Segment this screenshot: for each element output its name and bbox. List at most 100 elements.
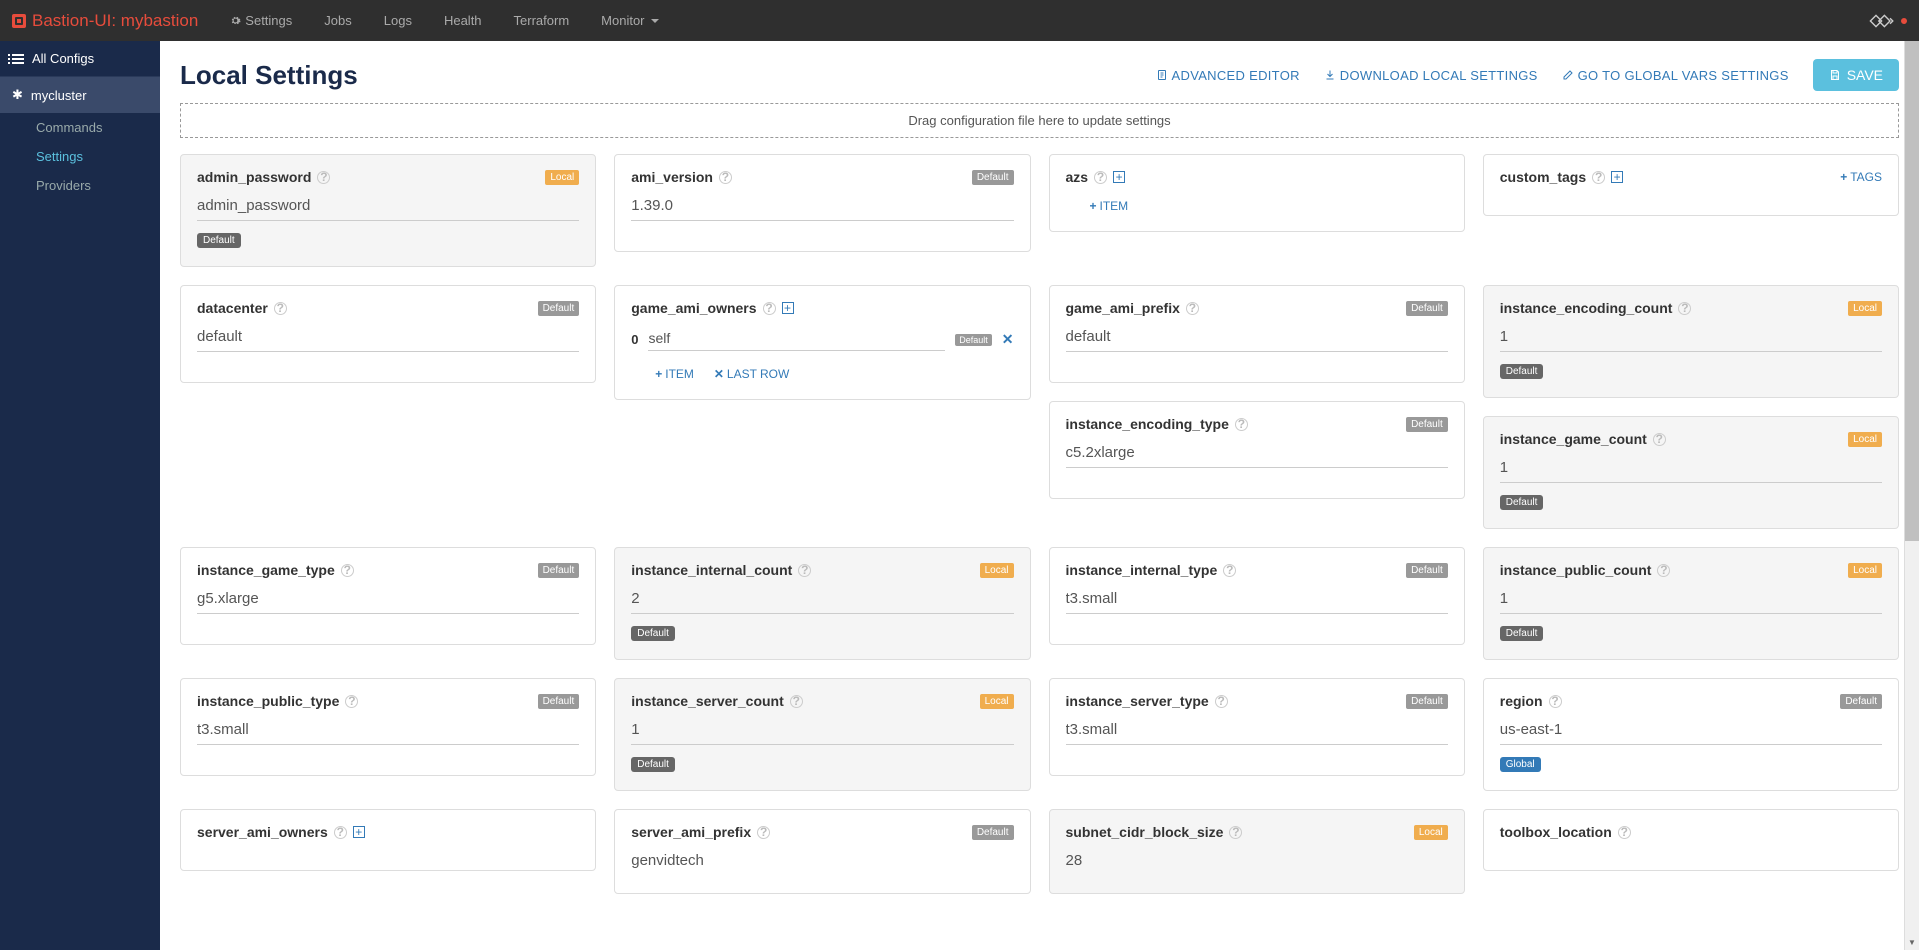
- badge-default: Default: [955, 334, 992, 346]
- save-button[interactable]: SAVE: [1813, 59, 1899, 91]
- nav-health[interactable]: Health: [430, 2, 496, 39]
- genvid-logo-icon[interactable]: [1869, 14, 1897, 28]
- badge-default: Default: [538, 563, 580, 578]
- brand[interactable]: Bastion-UI: mybastion: [12, 11, 198, 31]
- scrollbar-thumb[interactable]: [1905, 41, 1919, 541]
- game-ami-prefix-input[interactable]: [1066, 328, 1448, 352]
- badge-default: Default: [1406, 563, 1448, 578]
- expand-icon[interactable]: +: [1611, 171, 1623, 183]
- help-icon[interactable]: ?: [719, 171, 732, 184]
- card-title: instance_game_type: [197, 562, 335, 578]
- admin-password-input[interactable]: [197, 197, 579, 221]
- card-title: server_ami_prefix: [631, 824, 751, 840]
- expand-icon[interactable]: +: [353, 826, 365, 838]
- instance-server-count-input[interactable]: [631, 721, 1013, 745]
- help-icon[interactable]: ?: [1618, 826, 1631, 839]
- help-icon[interactable]: ?: [1223, 564, 1236, 577]
- global-vars-button[interactable]: GO TO GLOBAL VARS SETTINGS: [1562, 68, 1789, 83]
- expand-icon[interactable]: +: [782, 302, 794, 314]
- remove-last-row-button[interactable]: ✕ LAST ROW: [714, 367, 790, 381]
- help-icon[interactable]: ?: [1215, 695, 1228, 708]
- nav-logs[interactable]: Logs: [370, 2, 426, 39]
- download-settings-button[interactable]: DOWNLOAD LOCAL SETTINGS: [1324, 68, 1538, 83]
- instance-server-type-input[interactable]: [1066, 721, 1448, 745]
- datacenter-input[interactable]: [197, 328, 579, 352]
- instance-public-count-input[interactable]: [1500, 590, 1882, 614]
- instance-game-type-input[interactable]: [197, 590, 579, 614]
- card-title: game_ami_prefix: [1066, 300, 1180, 316]
- help-icon[interactable]: ?: [317, 171, 330, 184]
- help-icon[interactable]: ?: [1653, 433, 1666, 446]
- help-icon[interactable]: ?: [763, 302, 776, 315]
- help-icon[interactable]: ?: [798, 564, 811, 577]
- header-actions: ADVANCED EDITOR DOWNLOAD LOCAL SETTINGS …: [1156, 59, 1899, 91]
- nav-jobs[interactable]: Jobs: [310, 2, 365, 39]
- help-icon[interactable]: ?: [1657, 564, 1670, 577]
- instance-internal-count-input[interactable]: [631, 590, 1013, 614]
- badge-local: Local: [1848, 432, 1882, 447]
- region-input[interactable]: [1500, 721, 1882, 745]
- sidebar-cluster[interactable]: ✱ mycluster: [0, 77, 160, 113]
- card-title: toolbox_location: [1500, 824, 1612, 840]
- add-item-button[interactable]: + ITEM: [655, 367, 694, 381]
- server-ami-prefix-input[interactable]: [631, 852, 1013, 875]
- help-icon[interactable]: ?: [1235, 418, 1248, 431]
- cluster-icon: ✱: [12, 87, 23, 103]
- help-icon[interactable]: ?: [1592, 171, 1605, 184]
- card-instance-internal-count: instance_internal_count ? Local Default: [614, 547, 1030, 660]
- sidebar-item-settings[interactable]: Settings: [0, 142, 160, 171]
- expand-icon[interactable]: +: [1113, 171, 1125, 183]
- remove-item-icon[interactable]: ✕: [1002, 331, 1014, 348]
- badge-local: Local: [1848, 301, 1882, 316]
- add-tags-button[interactable]: + TAGS: [1840, 170, 1882, 184]
- card-title: azs: [1066, 169, 1089, 185]
- nav-terraform[interactable]: Terraform: [500, 2, 584, 39]
- instance-internal-type-input[interactable]: [1066, 590, 1448, 614]
- card-custom-tags: custom_tags ? + + TAGS: [1483, 154, 1899, 216]
- instance-public-type-input[interactable]: [197, 721, 579, 745]
- badge-default: Default: [1406, 301, 1448, 316]
- page-title: Local Settings: [180, 60, 358, 91]
- instance-encoding-type-input[interactable]: [1066, 444, 1448, 468]
- help-icon[interactable]: ?: [1549, 695, 1562, 708]
- drag-drop-zone[interactable]: Drag configuration file here to update s…: [180, 103, 1899, 138]
- help-icon[interactable]: ?: [790, 695, 803, 708]
- card-admin-password: admin_password ? Local Default: [180, 154, 596, 267]
- help-icon[interactable]: ?: [345, 695, 358, 708]
- sidebar-all-configs[interactable]: All Configs: [0, 41, 160, 77]
- download-icon: [1324, 69, 1336, 81]
- card-title: ami_version: [631, 169, 713, 185]
- list-item-input[interactable]: [648, 328, 945, 351]
- help-icon[interactable]: ?: [341, 564, 354, 577]
- card-title: instance_server_type: [1066, 693, 1209, 709]
- help-icon[interactable]: ?: [757, 826, 770, 839]
- card-title: custom_tags: [1500, 169, 1586, 185]
- subnet-cidr-input[interactable]: [1066, 852, 1448, 875]
- nav-monitor[interactable]: Monitor: [587, 2, 672, 39]
- advanced-editor-button[interactable]: ADVANCED EDITOR: [1156, 68, 1300, 83]
- nav-settings[interactable]: Settings: [216, 2, 306, 39]
- help-icon[interactable]: ?: [274, 302, 287, 315]
- help-icon[interactable]: ?: [1186, 302, 1199, 315]
- help-icon[interactable]: ?: [1678, 302, 1691, 315]
- add-item-button[interactable]: + ITEM: [1090, 199, 1129, 213]
- instance-game-count-input[interactable]: [1500, 459, 1882, 483]
- sidebar-item-providers[interactable]: Providers: [0, 171, 160, 200]
- ami-version-input[interactable]: [631, 197, 1013, 221]
- edit-icon: [1562, 69, 1574, 81]
- card-instance-server-type: instance_server_type ? Default: [1049, 678, 1465, 776]
- scrollbar[interactable]: ▲ ▼: [1904, 41, 1919, 950]
- badge-local: Local: [545, 170, 579, 185]
- card-title: datacenter: [197, 300, 268, 316]
- scroll-down-icon[interactable]: ▼: [1905, 935, 1919, 950]
- card-game-ami-owners: game_ami_owners ? + 0 Default ✕ + ITEM ✕…: [614, 285, 1030, 400]
- help-icon[interactable]: ?: [1229, 826, 1242, 839]
- instance-encoding-count-input[interactable]: [1500, 328, 1882, 352]
- card-title: instance_encoding_count: [1500, 300, 1673, 316]
- help-icon[interactable]: ?: [334, 826, 347, 839]
- card-title: admin_password: [197, 169, 311, 185]
- card-server-ami-prefix: server_ami_prefix ? Default: [614, 809, 1030, 894]
- card-title: instance_public_type: [197, 693, 339, 709]
- sidebar-item-commands[interactable]: Commands: [0, 113, 160, 142]
- help-icon[interactable]: ?: [1094, 171, 1107, 184]
